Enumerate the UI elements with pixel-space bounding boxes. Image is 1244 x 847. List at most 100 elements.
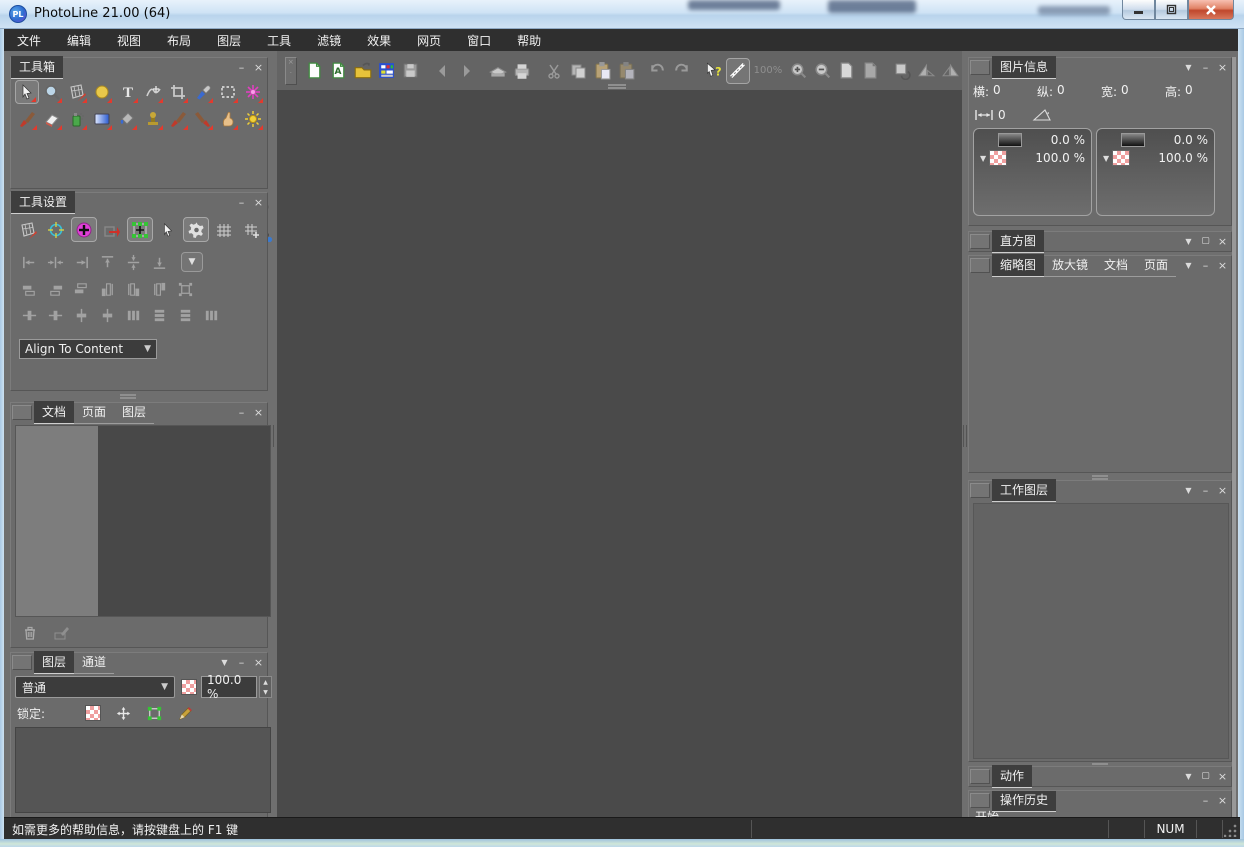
layer-list-area[interactable] (15, 727, 271, 813)
menu-tool[interactable]: 工具 (254, 29, 304, 52)
menu-edit[interactable]: 编辑 (54, 29, 104, 52)
brush-tool[interactable] (15, 107, 39, 131)
zoom-out-button[interactable] (810, 58, 834, 84)
working-layers-menu-icon[interactable]: ▼ (1180, 482, 1197, 499)
open-file-button[interactable] (351, 58, 375, 84)
canvas-top-grip[interactable] (608, 84, 626, 89)
histogram-maximize-icon[interactable]: ▢ (1197, 233, 1214, 250)
tool-settings-close-icon[interactable]: × (250, 194, 267, 211)
crop-tool[interactable] (166, 80, 190, 104)
space-evenly-h-icon[interactable] (123, 306, 144, 324)
stamp-tool[interactable] (140, 107, 164, 131)
layers-panel-menu-icon[interactable]: ▼ (216, 654, 233, 671)
distort-tool[interactable] (65, 80, 89, 104)
retouch-tool[interactable] (166, 107, 190, 131)
menu-effect[interactable]: 效果 (354, 29, 404, 52)
tool-settings-minimize-icon[interactable]: – (233, 194, 250, 211)
panel-drag-box[interactable] (970, 793, 990, 808)
panel-drag-box[interactable] (970, 483, 990, 498)
document-canvas[interactable] (277, 90, 962, 817)
paste-as-document-button[interactable] (614, 58, 638, 84)
space-bottom-icon[interactable] (97, 306, 118, 324)
align-center-vertical-icon[interactable] (123, 253, 144, 271)
magic-wand-tool[interactable] (241, 80, 265, 104)
context-help-button[interactable] (702, 58, 726, 84)
align-to-select[interactable]: Align To Content ▼ (19, 339, 157, 359)
working-layers-area[interactable] (973, 503, 1229, 759)
thumbnail-menu-icon[interactable]: ▼ (1180, 257, 1197, 274)
space-right-icon[interactable] (45, 306, 66, 324)
tab-channels[interactable]: 通道 (74, 651, 114, 674)
space-evenly-v-icon[interactable] (149, 306, 170, 324)
menu-help[interactable]: 帮助 (504, 29, 554, 52)
thumbnail-minimize-icon[interactable]: – (1197, 257, 1214, 274)
layer-opacity-field[interactable]: 100.0 % (201, 676, 257, 698)
gradient-swatch-icon[interactable] (998, 133, 1022, 147)
thumbnail-close-icon[interactable]: × (1214, 257, 1231, 274)
pen-curve-tool[interactable] (141, 80, 165, 104)
distribute-center-icon[interactable] (175, 280, 196, 298)
toolbar-drag-handle[interactable]: ×. (285, 57, 297, 85)
working-layers-minimize-icon[interactable]: – (1197, 482, 1214, 499)
gradient-tool[interactable] (90, 107, 114, 131)
left-column-grip[interactable] (120, 394, 136, 399)
spinner-up-icon[interactable]: ▲ (263, 679, 268, 686)
resize-grip[interactable] (1224, 823, 1238, 837)
flip-vertical-button[interactable] (938, 58, 962, 84)
layer-opacity-checker-icon[interactable] (181, 679, 197, 695)
zoom-in-button[interactable] (786, 58, 810, 84)
panel-drag-box[interactable] (12, 655, 32, 670)
align-top-icon[interactable] (97, 253, 118, 271)
zoom-tool[interactable] (40, 80, 64, 104)
menu-view[interactable]: 视图 (104, 29, 154, 52)
text-tool[interactable] (115, 80, 139, 104)
print-button[interactable] (510, 58, 534, 84)
browse-button[interactable] (375, 58, 399, 84)
layers-panel-minimize-icon[interactable]: – (233, 654, 250, 671)
blend-mode-select[interactable]: 普通 ▼ (15, 676, 175, 698)
grid-add-icon[interactable] (239, 217, 265, 242)
distribute-top-icon[interactable] (97, 280, 118, 298)
channel-left-checker-icon[interactable] (989, 150, 1007, 166)
menu-file[interactable]: 文件 (4, 29, 54, 52)
histogram-menu-icon[interactable]: ▼ (1180, 233, 1197, 250)
delete-document-icon[interactable] (21, 624, 39, 642)
cut-button[interactable] (542, 58, 566, 84)
lock-size-icon[interactable] (146, 705, 163, 722)
distribute-middle-icon[interactable] (123, 280, 144, 298)
image-info-close-icon[interactable]: × (1214, 59, 1231, 76)
align-left-icon[interactable] (19, 253, 40, 271)
tab-thumbnail[interactable]: 缩略图 (992, 254, 1044, 277)
tab-pages[interactable]: 页面 (74, 401, 114, 424)
histogram-close-icon[interactable]: × (1214, 233, 1231, 250)
fit-width-button[interactable] (858, 58, 882, 84)
menu-filter[interactable]: 滤镜 (304, 29, 354, 52)
menu-layout[interactable]: 布局 (154, 29, 204, 52)
center-target-icon[interactable] (43, 217, 69, 242)
paste-button[interactable] (590, 58, 614, 84)
layers-panel-close-icon[interactable]: × (250, 654, 267, 671)
align-right-icon[interactable] (71, 253, 92, 271)
cursor-mode-icon[interactable] (155, 217, 181, 242)
history-close-icon[interactable]: × (1214, 792, 1231, 809)
new-text-document-button[interactable]: A (327, 58, 351, 84)
vector-mode-icon[interactable] (99, 217, 125, 242)
add-point-mode-button[interactable] (71, 217, 97, 242)
equal-width-icon[interactable] (175, 306, 196, 324)
restore-window-button[interactable] (1155, 0, 1188, 20)
airbrush-tool[interactable] (65, 107, 89, 131)
space-left-icon[interactable] (19, 306, 40, 324)
channel-right-dropdown-icon[interactable]: ▼ (1103, 154, 1109, 163)
tab-doc-layers[interactable]: 图层 (114, 401, 154, 424)
panel-drag-box[interactable] (12, 405, 32, 420)
menu-window[interactable]: 窗口 (454, 29, 504, 52)
panel-drag-box[interactable] (970, 234, 990, 249)
smudge-tool[interactable] (191, 107, 215, 131)
finger-tool[interactable] (216, 107, 240, 131)
tab-magnifier[interactable]: 放大镜 (1044, 254, 1096, 277)
save-button[interactable] (399, 58, 423, 84)
copy-button[interactable] (566, 58, 590, 84)
left-splitter-grip[interactable] (268, 425, 275, 447)
channel-right-checker-icon[interactable] (1112, 150, 1130, 166)
space-top-icon[interactable] (71, 306, 92, 324)
